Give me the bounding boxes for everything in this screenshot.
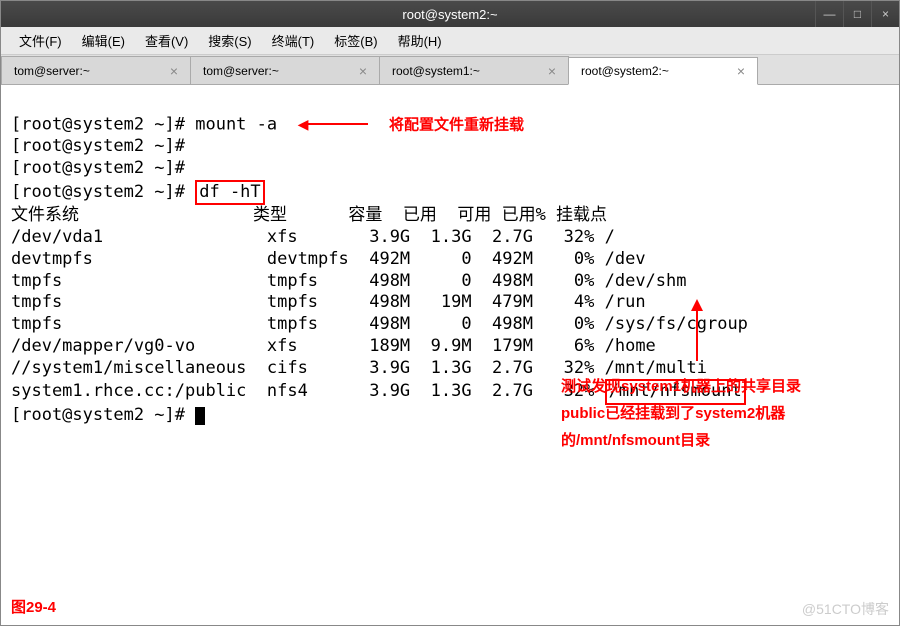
window-title: root@system2:~ bbox=[402, 7, 497, 22]
tab-close-icon[interactable]: × bbox=[359, 63, 367, 79]
arrow-up bbox=[691, 299, 703, 361]
annotation-line: 的/mnt/nfsmount目录 bbox=[561, 427, 861, 454]
maximize-button[interactable]: □ bbox=[843, 1, 871, 27]
tabbar: tom@server:~ × tom@server:~ × root@system1… bbox=[1, 55, 899, 85]
menubar: 文件(F) 编辑(E) 查看(V) 搜索(S) 终端(T) 标签(B) 帮助(H… bbox=[1, 27, 899, 55]
prompt-line: [root@system2 ~]# df -hT bbox=[11, 182, 265, 202]
annotation-mount: 将配置文件重新挂载 bbox=[389, 116, 524, 133]
df-header: 文件系统 类型 容量 已用 可用 已用% 挂载点 bbox=[11, 205, 607, 225]
df-row: devtmpfs devtmpfs 492M 0 492M 0% /dev bbox=[11, 249, 646, 269]
tab-root-system2[interactable]: root@system2:~ × bbox=[568, 57, 758, 85]
terminal-window: root@system2:~ — □ × 文件(F) 编辑(E) 查看(V) 搜… bbox=[0, 0, 900, 626]
tab-tom-server-1[interactable]: tom@server:~ × bbox=[1, 56, 191, 84]
arrow-body bbox=[308, 123, 368, 125]
menu-tabs[interactable]: 标签(B) bbox=[324, 27, 387, 54]
prompt-line: [root@system2 ~]# bbox=[11, 158, 185, 178]
cursor-icon bbox=[195, 407, 205, 425]
prompt-line: [root@system2 ~]# bbox=[11, 136, 185, 156]
menu-file[interactable]: 文件(F) bbox=[9, 27, 72, 54]
menu-edit[interactable]: 编辑(E) bbox=[72, 27, 135, 54]
df-row: /dev/mapper/vg0-vo xfs 189M 9.9M 179M 6%… bbox=[11, 336, 656, 356]
menu-view[interactable]: 查看(V) bbox=[135, 27, 198, 54]
tab-tom-server-2[interactable]: tom@server:~ × bbox=[190, 56, 380, 84]
df-row: tmpfs tmpfs 498M 0 498M 0% /dev/shm bbox=[11, 271, 687, 291]
titlebar[interactable]: root@system2:~ — □ × bbox=[1, 1, 899, 27]
menu-terminal[interactable]: 终端(T) bbox=[262, 27, 325, 54]
df-row: tmpfs tmpfs 498M 0 498M 0% /sys/fs/cgrou… bbox=[11, 314, 748, 334]
close-button[interactable]: × bbox=[871, 1, 899, 27]
tab-close-icon[interactable]: × bbox=[737, 63, 745, 79]
window-controls: — □ × bbox=[815, 1, 899, 27]
tab-label: tom@server:~ bbox=[203, 64, 279, 78]
highlighted-command-df: df -hT bbox=[195, 180, 264, 206]
figure-label: 图29-4 bbox=[11, 598, 56, 617]
prompt-line: [root@system2 ~]# mount -a bbox=[11, 114, 277, 134]
arrow-body bbox=[696, 311, 698, 361]
watermark: @51CTO博客 bbox=[802, 601, 889, 619]
tab-root-system1[interactable]: root@system1:~ × bbox=[379, 56, 569, 84]
df-row: tmpfs tmpfs 498M 19M 479M 4% /run bbox=[11, 292, 646, 312]
menu-search[interactable]: 搜索(S) bbox=[198, 27, 261, 54]
tab-close-icon[interactable]: × bbox=[170, 63, 178, 79]
prompt-line: [root@system2 ~]# bbox=[11, 405, 205, 425]
terminal-output[interactable]: [root@system2 ~]# mount -a ◀ 将配置文件重新挂载 [… bbox=[1, 85, 899, 625]
minimize-button[interactable]: — bbox=[815, 1, 843, 27]
menu-help[interactable]: 帮助(H) bbox=[388, 27, 452, 54]
annotation-nfsmount: 测试发现system1机器上的共享目录 public已经挂载到了system2机… bbox=[561, 373, 861, 454]
annotation-line: public已经挂载到了system2机器 bbox=[561, 400, 861, 427]
tab-label: root@system1:~ bbox=[392, 64, 480, 78]
annotation-line: 测试发现system1机器上的共享目录 bbox=[561, 373, 861, 400]
df-row: /dev/vda1 xfs 3.9G 1.3G 2.7G 32% / bbox=[11, 227, 615, 247]
arrow-left-icon: ◀ bbox=[298, 113, 309, 136]
tab-label: root@system2:~ bbox=[581, 64, 669, 78]
arrow-up-icon bbox=[691, 299, 703, 311]
tab-label: tom@server:~ bbox=[14, 64, 90, 78]
tab-close-icon[interactable]: × bbox=[548, 63, 556, 79]
